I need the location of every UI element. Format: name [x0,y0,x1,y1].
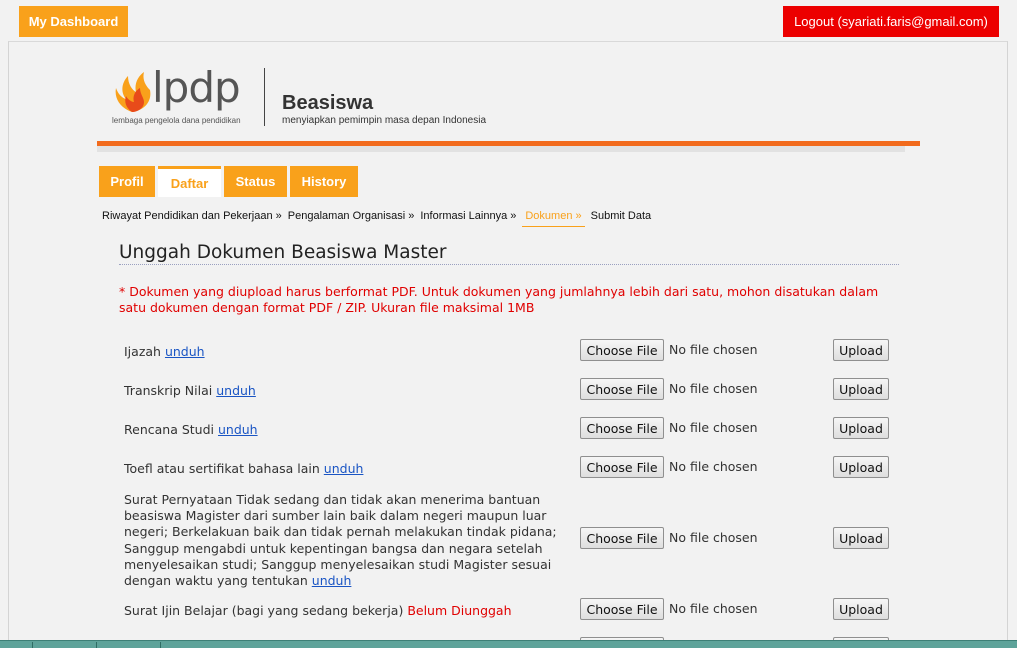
site-header: lpdp lembaga pengelola dana pendidikan B… [110,64,530,134]
taskbar-divider [32,642,33,648]
upload-status-badge: Belum Diunggah [407,603,512,618]
document-name: Toefl atau sertifikat bahasa lain [124,461,320,476]
document-label-transkrip: Transkrip Nilai unduh [124,383,569,399]
download-link[interactable]: unduh [165,344,205,359]
os-taskbar [0,640,1017,648]
document-name: Surat Ijin Belajar (bagi yang sedang bek… [124,603,404,618]
lpdp-flame-icon [115,72,151,112]
taskbar-divider [96,642,97,648]
document-label-surat-ijin-belajar: Surat Ijin Belajar (bagi yang sedang bek… [124,603,569,619]
choose-file-button[interactable]: Choose File [580,598,664,620]
document-label-ijazah: Ijazah unduh [124,344,569,360]
upload-button[interactable]: Upload [833,339,889,361]
file-status-text: No file chosen [669,530,758,545]
upload-button[interactable]: Upload [833,417,889,439]
upload-button[interactable]: Upload [833,456,889,478]
choose-file-button[interactable]: Choose File [580,417,664,439]
upload-button[interactable]: Upload [833,378,889,400]
taskbar-divider [160,642,161,648]
step-dokumen[interactable]: Dokumen » [522,210,585,227]
tab-status[interactable]: Status [224,166,287,197]
document-label-surat-pernyataan: Surat Pernyataan Tidak sedang dan tidak … [124,492,564,589]
header-subtitle: menyiapkan pemimpin masa depan Indonesia [282,115,487,126]
logo-wordmark: lpdp [152,63,241,112]
logout-button[interactable]: Logout (syariati.faris@gmail.com) [783,6,999,37]
tab-daftar[interactable]: Daftar [158,166,221,197]
document-name: Ijazah [124,344,161,359]
step-submit-data[interactable]: Submit Data [591,210,652,222]
title-divider [119,264,899,265]
tab-history[interactable]: History [290,166,358,197]
tab-profil[interactable]: Profil [99,166,155,197]
header-grey-rule [97,146,905,152]
header-title: Beasiswa [282,92,374,114]
choose-file-button[interactable]: Choose File [580,339,664,361]
choose-file-button[interactable]: Choose File [580,456,664,478]
step-riwayat-pendidikan[interactable]: Riwayat Pendidikan dan Pekerjaan » [102,210,282,222]
document-label-rencana-studi: Rencana Studi unduh [124,422,569,438]
download-link[interactable]: unduh [324,461,364,476]
document-name: Rencana Studi [124,422,214,437]
step-informasi-lainnya[interactable]: Informasi Lainnya » [420,210,516,222]
download-link[interactable]: unduh [218,422,258,437]
step-pengalaman-organisasi[interactable]: Pengalaman Organisasi » [288,210,415,222]
step-breadcrumb: Riwayat Pendidikan dan Pekerjaan » Penga… [102,210,657,230]
download-link[interactable]: unduh [312,573,352,588]
file-status-text: No file chosen [669,420,758,435]
file-status-text: No file chosen [669,381,758,396]
logo-tagline: lembaga pengelola dana pendidikan [112,116,241,125]
file-status-text: No file chosen [669,342,758,357]
download-link[interactable]: unduh [216,383,256,398]
file-status-text: No file chosen [669,601,758,616]
upload-button[interactable]: Upload [833,598,889,620]
logo-divider [264,68,265,126]
choose-file-button[interactable]: Choose File [580,378,664,400]
choose-file-button[interactable]: Choose File [580,527,664,549]
document-name: Transkrip Nilai [124,383,213,398]
upload-notice: * Dokumen yang diupload harus berformat … [119,284,879,315]
document-label-toefl: Toefl atau sertifikat bahasa lain unduh [124,461,569,477]
file-status-text: No file chosen [669,459,758,474]
upload-button[interactable]: Upload [833,527,889,549]
page-title: Unggah Dokumen Beasiswa Master [119,242,447,263]
my-dashboard-button[interactable]: My Dashboard [19,6,128,37]
